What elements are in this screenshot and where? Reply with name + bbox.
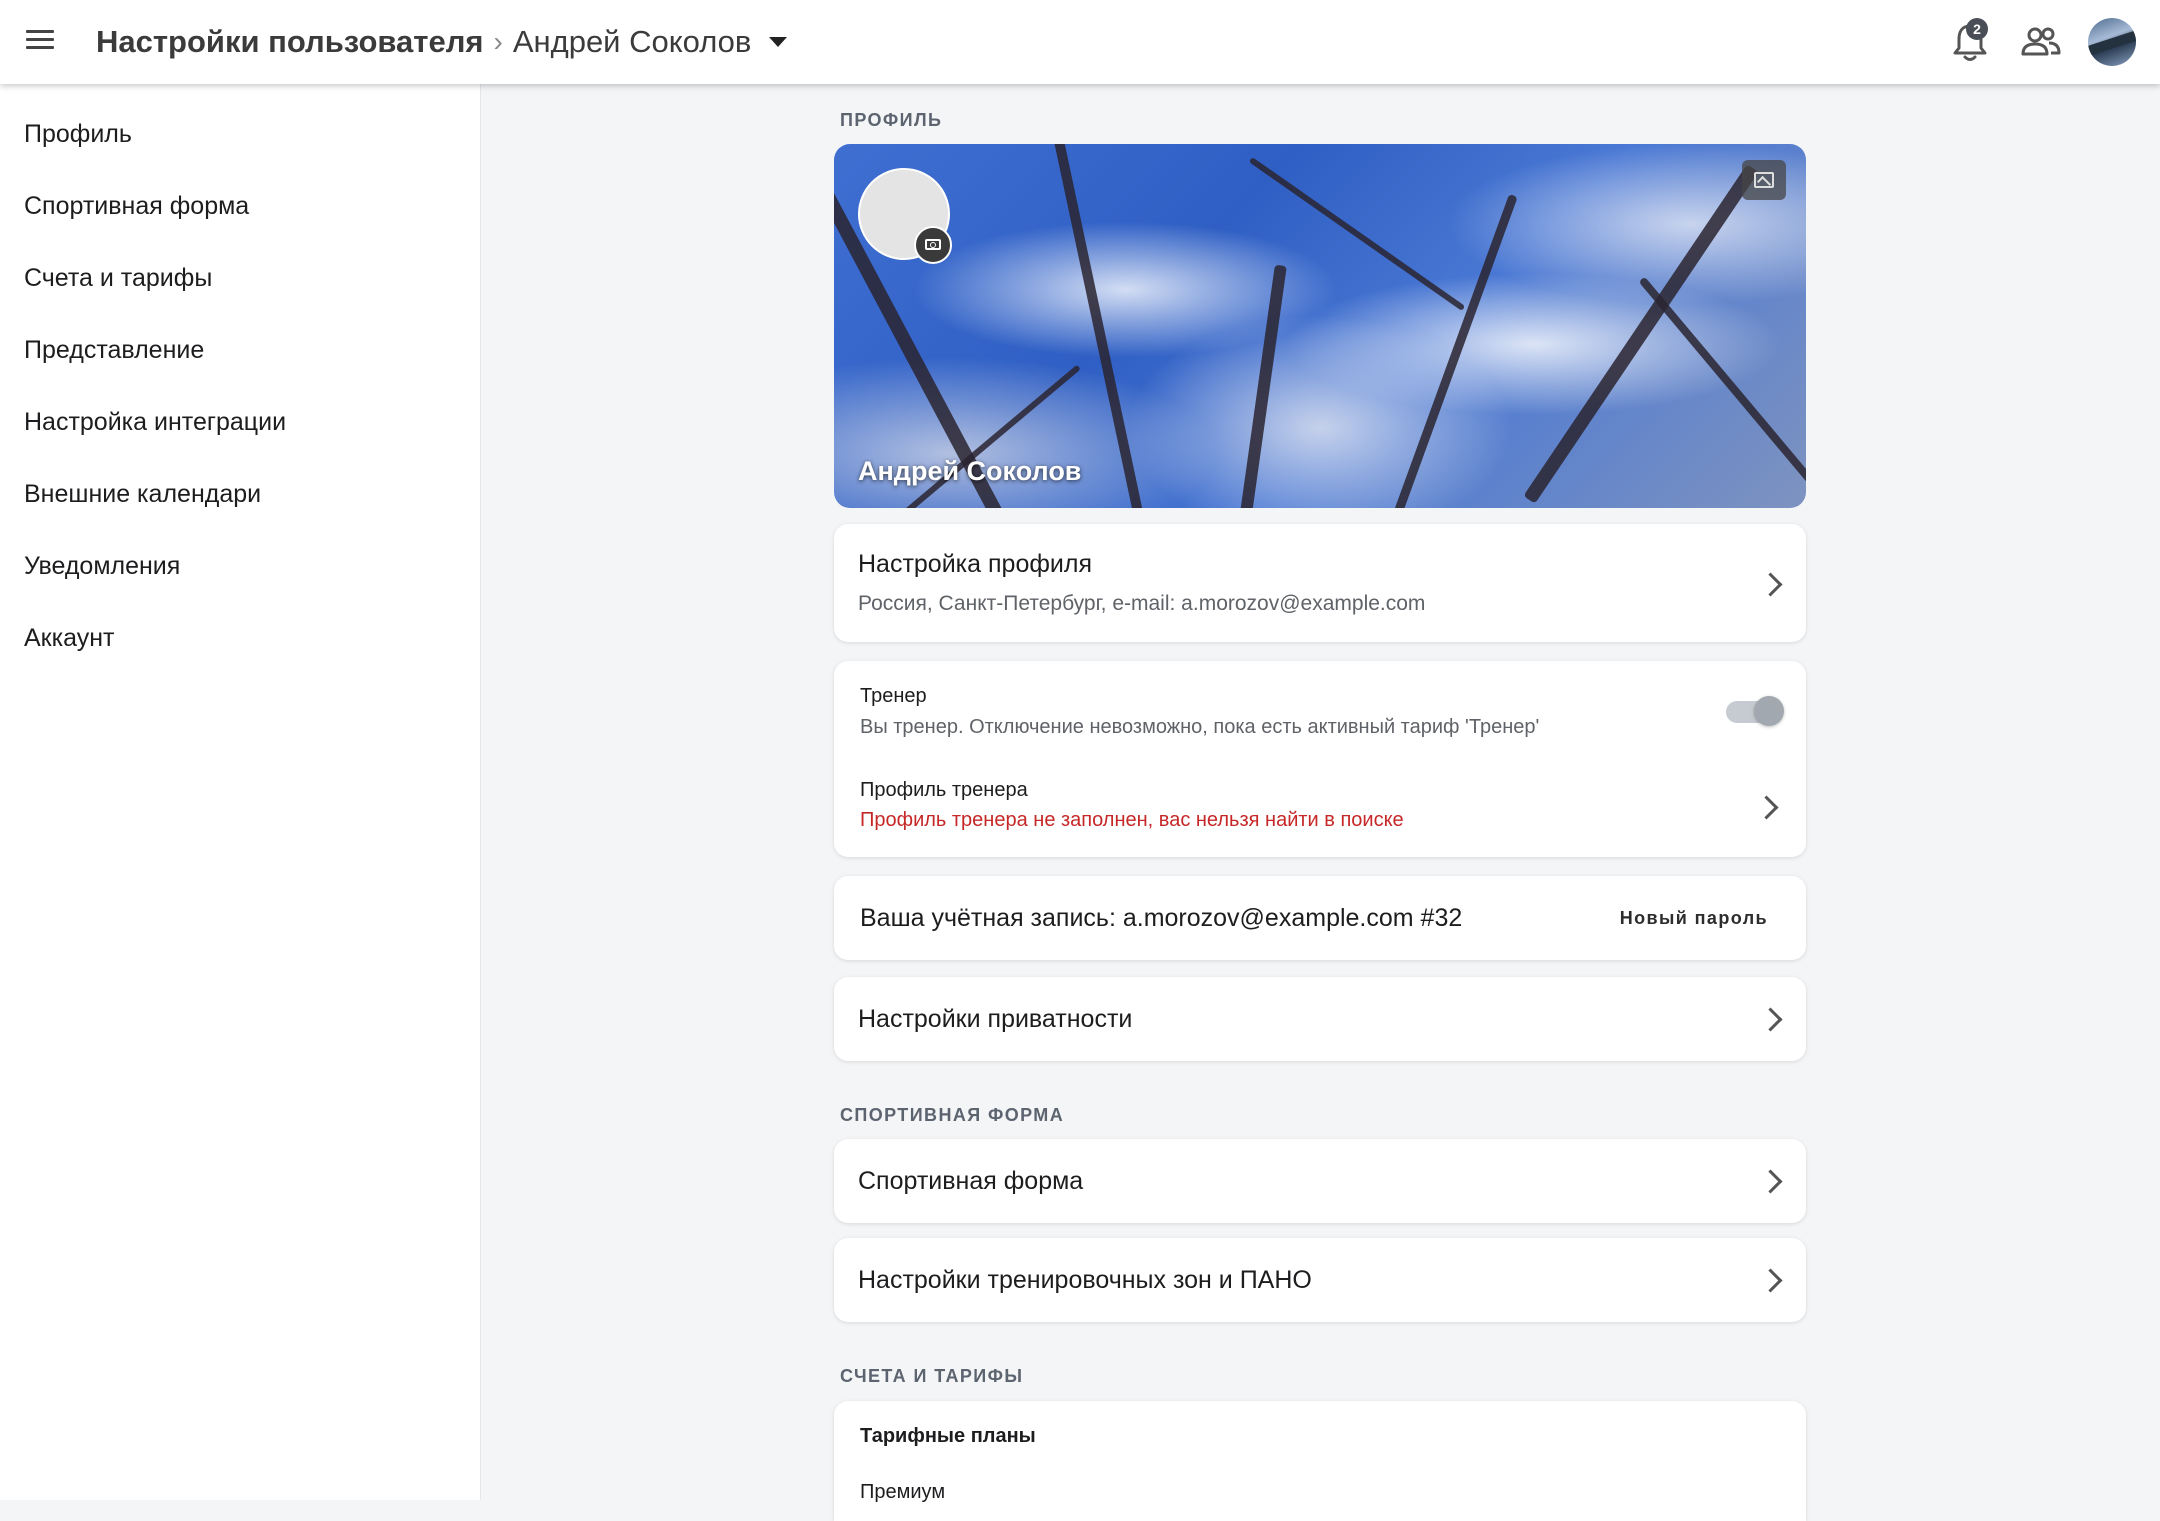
sidebar-item-billing[interactable]: Счета и тарифы — [24, 264, 212, 293]
sidebar-item-view[interactable]: Представление — [24, 336, 204, 365]
notifications-badge: 2 — [1966, 18, 1988, 40]
sidebar-item-external-calendars[interactable]: Внешние календари — [24, 480, 261, 509]
new-password-button[interactable]: Новый пароль — [1620, 908, 1768, 929]
account-text: Ваша учётная запись: a.morozov@example.c… — [860, 904, 1463, 932]
section-title-billing: СЧЕТА И ТАРИФЫ — [840, 1366, 1024, 1386]
coach-toggle[interactable] — [1726, 696, 1784, 726]
sidebar-item-integrations[interactable]: Настройка интеграции — [24, 408, 286, 437]
plan-premium: Премиум — [860, 1481, 946, 1503]
cover-user-name: Андрей Соколов — [858, 456, 1082, 486]
chevron-right-icon[interactable] — [1758, 1268, 1783, 1293]
chevron-right-icon[interactable] — [1754, 795, 1779, 820]
section-title-fitness: СПОРТИВНАЯ ФОРМА — [840, 1105, 1065, 1125]
caret-down-icon[interactable] — [769, 37, 788, 47]
chevron-right-icon[interactable] — [1758, 572, 1783, 597]
training-zones-title: Настройки тренировочных зон и ПАНО — [858, 1266, 1312, 1294]
privacy-title: Настройки приватности — [858, 1005, 1133, 1033]
plans-title: Тарифные планы — [860, 1425, 1036, 1447]
user-avatar[interactable] — [2088, 18, 2136, 66]
account-card: Ваша учётная запись: a.morozov@example.c… — [834, 876, 1806, 960]
hamburger-menu-icon[interactable] — [24, 26, 58, 58]
sidebar: Профиль Спортивная форма Счета и тарифы … — [0, 84, 481, 1500]
privacy-card[interactable]: Настройки приватности — [834, 977, 1806, 1061]
plans-card: Тарифные планы Премиум — [834, 1401, 1806, 1521]
chevron-right-icon[interactable] — [1758, 1007, 1783, 1032]
coach-subtitle: Вы тренер. Отключение невозможно, пока е… — [860, 716, 1540, 738]
profile-settings-title: Настройка профиля — [858, 550, 1093, 578]
coach-card: Тренер Вы тренер. Отключение невозможно,… — [834, 661, 1806, 857]
fitness-card[interactable]: Спортивная форма — [834, 1139, 1806, 1223]
sidebar-item-fitness[interactable]: Спортивная форма — [24, 192, 249, 221]
toggle-knob — [1754, 696, 1784, 726]
section-title-profile: ПРОФИЛЬ — [840, 110, 943, 130]
fitness-title: Спортивная форма — [858, 1167, 1084, 1195]
top-bar: Настройки пользователя › Андрей Соколов … — [0, 0, 2160, 84]
sidebar-item-notifications[interactable]: Уведомления — [24, 552, 180, 581]
chevron-right-icon[interactable] — [1758, 1169, 1783, 1194]
image-icon[interactable] — [1742, 160, 1786, 200]
sidebar-item-profile[interactable]: Профиль — [24, 120, 132, 149]
profile-settings-card[interactable]: Настройка профиля Россия, Санкт-Петербур… — [834, 524, 1806, 642]
camera-icon[interactable] — [914, 226, 952, 264]
coach-profile-warning: Профиль тренера не заполнен, вас нельзя … — [860, 809, 1404, 831]
coach-profile-title: Профиль тренера — [860, 779, 1028, 801]
training-zones-card[interactable]: Настройки тренировочных зон и ПАНО — [834, 1238, 1806, 1322]
breadcrumb: Настройки пользователя › Андрей Соколов — [96, 0, 788, 84]
coach-title: Тренер — [860, 685, 927, 707]
profile-cover: Андрей Соколов — [834, 144, 1806, 508]
profile-settings-subtitle: Россия, Санкт-Петербург, e-mail: a.moroz… — [858, 592, 1426, 615]
sidebar-item-account[interactable]: Аккаунт — [24, 624, 114, 653]
people-icon[interactable] — [2020, 22, 2062, 62]
coach-profile-row[interactable]: Профиль тренера Профиль тренера не запол… — [834, 759, 1806, 857]
breadcrumb-user[interactable]: Андрей Соколов — [513, 24, 752, 60]
breadcrumb-separator: › — [493, 26, 503, 57]
breadcrumb-root[interactable]: Настройки пользователя — [96, 24, 483, 60]
